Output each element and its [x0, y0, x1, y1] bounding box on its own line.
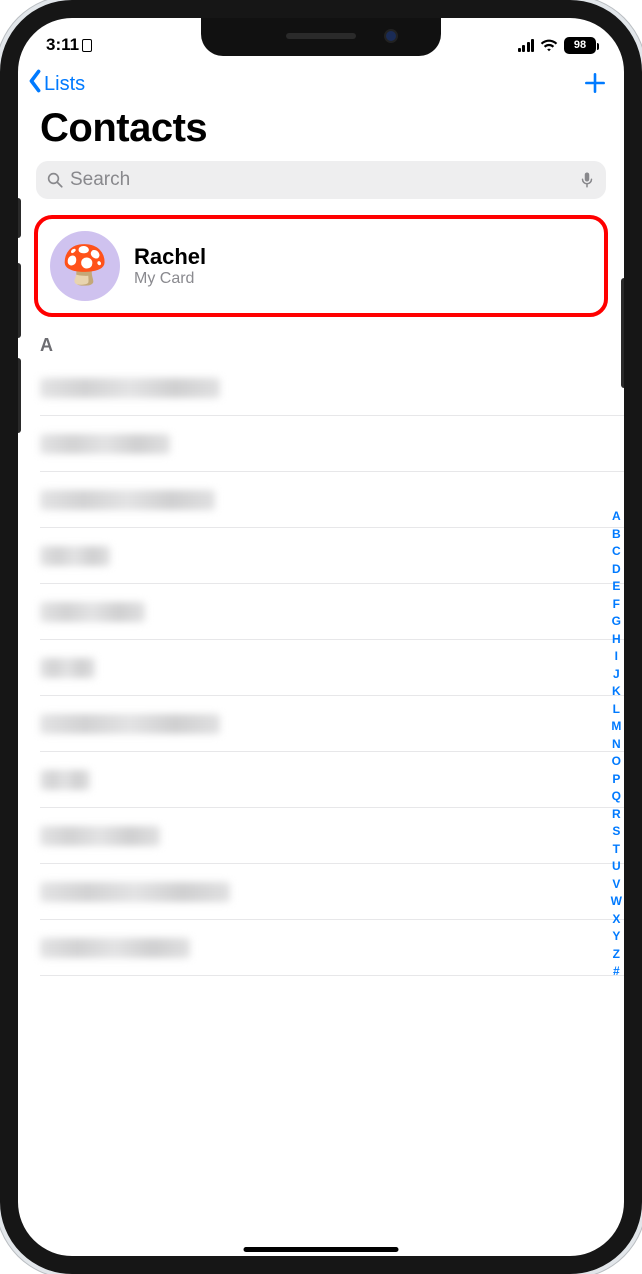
contact-row[interactable]	[40, 584, 624, 640]
index-letter[interactable]: N	[612, 736, 621, 752]
contact-row[interactable]	[40, 528, 624, 584]
index-letter[interactable]: O	[612, 753, 621, 769]
index-letter[interactable]: W	[611, 893, 622, 909]
mic-icon[interactable]	[578, 171, 596, 189]
contact-list	[18, 360, 624, 976]
index-letter[interactable]: #	[613, 963, 620, 979]
contact-name-redacted	[40, 378, 220, 398]
contact-row[interactable]	[40, 640, 624, 696]
contact-row[interactable]	[40, 416, 624, 472]
contact-row[interactable]	[40, 696, 624, 752]
contact-row[interactable]	[40, 752, 624, 808]
index-strip[interactable]: ABCDEFGHIJKLMNOPQRSTUVWXYZ#	[611, 508, 622, 979]
device-notch	[201, 18, 441, 56]
status-right: 98	[518, 37, 597, 54]
plus-icon	[582, 84, 608, 99]
contact-row[interactable]	[40, 864, 624, 920]
contact-name-redacted	[40, 658, 95, 678]
battery-level: 98	[574, 39, 586, 51]
contact-name-redacted	[40, 490, 215, 510]
contact-row[interactable]	[40, 808, 624, 864]
index-letter[interactable]: B	[612, 526, 621, 542]
signal-icon	[518, 39, 535, 52]
index-letter[interactable]: U	[612, 858, 621, 874]
contact-row[interactable]	[40, 360, 624, 416]
contact-name-redacted	[40, 826, 160, 846]
my-card-row[interactable]: 🍄 Rachel My Card	[46, 227, 596, 305]
my-card-name: Rachel	[134, 244, 206, 270]
screen: 3:11 98 Lists	[18, 18, 624, 1256]
nav-bar: Lists	[18, 60, 624, 106]
avatar: 🍄	[50, 231, 120, 301]
status-time: 3:11	[46, 35, 79, 55]
index-letter[interactable]: H	[612, 631, 621, 647]
index-letter[interactable]: Q	[612, 788, 621, 804]
contact-name-redacted	[40, 602, 145, 622]
home-indicator	[244, 1247, 399, 1252]
sim-icon	[82, 39, 92, 52]
index-letter[interactable]: A	[612, 508, 621, 524]
battery-icon: 98	[564, 37, 596, 54]
index-letter[interactable]: K	[612, 683, 621, 699]
page-title: Contacts	[18, 106, 624, 161]
contact-row[interactable]	[40, 472, 624, 528]
contact-name-redacted	[40, 546, 110, 566]
index-letter[interactable]: I	[615, 648, 618, 664]
chevron-left-icon	[26, 69, 44, 99]
index-letter[interactable]: S	[612, 823, 620, 839]
device-frame: 3:11 98 Lists	[0, 0, 642, 1274]
index-letter[interactable]: X	[612, 911, 620, 927]
my-card-highlight: 🍄 Rachel My Card	[34, 215, 608, 317]
index-letter[interactable]: M	[611, 718, 621, 734]
contact-name-redacted	[40, 938, 190, 958]
search-container	[18, 161, 624, 209]
search-icon	[46, 171, 64, 189]
index-letter[interactable]: G	[612, 613, 621, 629]
index-letter[interactable]: Y	[612, 928, 620, 944]
add-contact-button[interactable]	[582, 70, 608, 99]
index-letter[interactable]: D	[612, 561, 621, 577]
index-letter[interactable]: L	[613, 701, 620, 717]
my-card-subtitle: My Card	[134, 270, 206, 288]
index-letter[interactable]: P	[612, 771, 620, 787]
index-letter[interactable]: V	[612, 876, 620, 892]
contact-name-redacted	[40, 882, 230, 902]
index-letter[interactable]: C	[612, 543, 621, 559]
back-label: Lists	[44, 73, 85, 96]
search-field[interactable]	[36, 161, 606, 199]
contact-row[interactable]	[40, 920, 624, 976]
index-letter[interactable]: J	[613, 666, 620, 682]
index-letter[interactable]: T	[613, 841, 620, 857]
avatar-emoji: 🍄	[61, 244, 108, 288]
index-letter[interactable]: R	[612, 806, 621, 822]
wifi-icon	[540, 38, 558, 52]
my-card-text: Rachel My Card	[134, 244, 206, 288]
contact-name-redacted	[40, 770, 90, 790]
status-left: 3:11	[46, 35, 92, 55]
index-letter[interactable]: F	[613, 596, 620, 612]
contact-name-redacted	[40, 714, 220, 734]
index-letter[interactable]: Z	[613, 946, 620, 962]
search-input[interactable]	[70, 169, 572, 191]
back-button[interactable]: Lists	[26, 69, 85, 99]
contact-name-redacted	[40, 434, 170, 454]
section-header: A	[18, 333, 624, 360]
index-letter[interactable]: E	[612, 578, 620, 594]
